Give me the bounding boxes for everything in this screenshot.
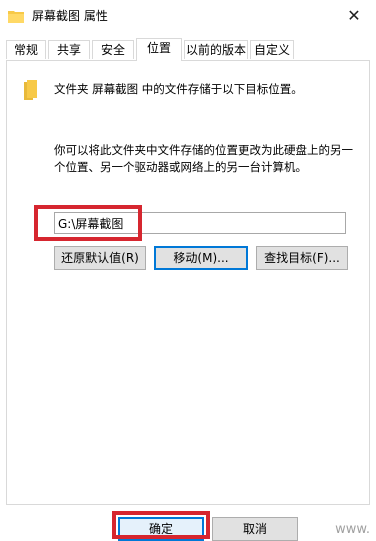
close-button[interactable]: ✕: [332, 0, 376, 30]
title-bar: 屏幕截图 属性 ✕: [0, 0, 376, 34]
tab-location[interactable]: 位置: [136, 38, 182, 61]
tab-strip: 常规 共享 安全 位置 以前的版本 自定义: [6, 38, 370, 61]
location-panel: [6, 60, 370, 505]
tab-previous-versions[interactable]: 以前的版本: [184, 40, 248, 59]
tab-customize[interactable]: 自定义: [250, 40, 294, 59]
close-icon: ✕: [347, 5, 361, 25]
folder-icon: [8, 9, 24, 23]
restore-default-button[interactable]: 还原默认值(R): [54, 246, 146, 270]
watermark: www.: [335, 522, 370, 537]
cancel-button[interactable]: 取消: [212, 517, 298, 541]
ok-button[interactable]: 确定: [118, 517, 204, 541]
location-description: 文件夹 屏幕截图 中的文件存储于以下目标位置。: [54, 82, 303, 96]
find-target-button[interactable]: 查找目标(F)...: [256, 246, 348, 270]
tab-sharing[interactable]: 共享: [48, 40, 90, 59]
tab-general[interactable]: 常规: [6, 40, 46, 59]
location-hint: 你可以将此文件夹中文件存储的位置更改为此硬盘上的另一个位置、另一个驱动器或网络上…: [54, 143, 353, 174]
path-input[interactable]: [54, 212, 346, 234]
move-button[interactable]: 移动(M)...: [154, 246, 248, 270]
folder-icon: [24, 80, 40, 100]
window-title: 屏幕截图 属性: [32, 9, 108, 23]
tab-security[interactable]: 安全: [92, 40, 134, 59]
